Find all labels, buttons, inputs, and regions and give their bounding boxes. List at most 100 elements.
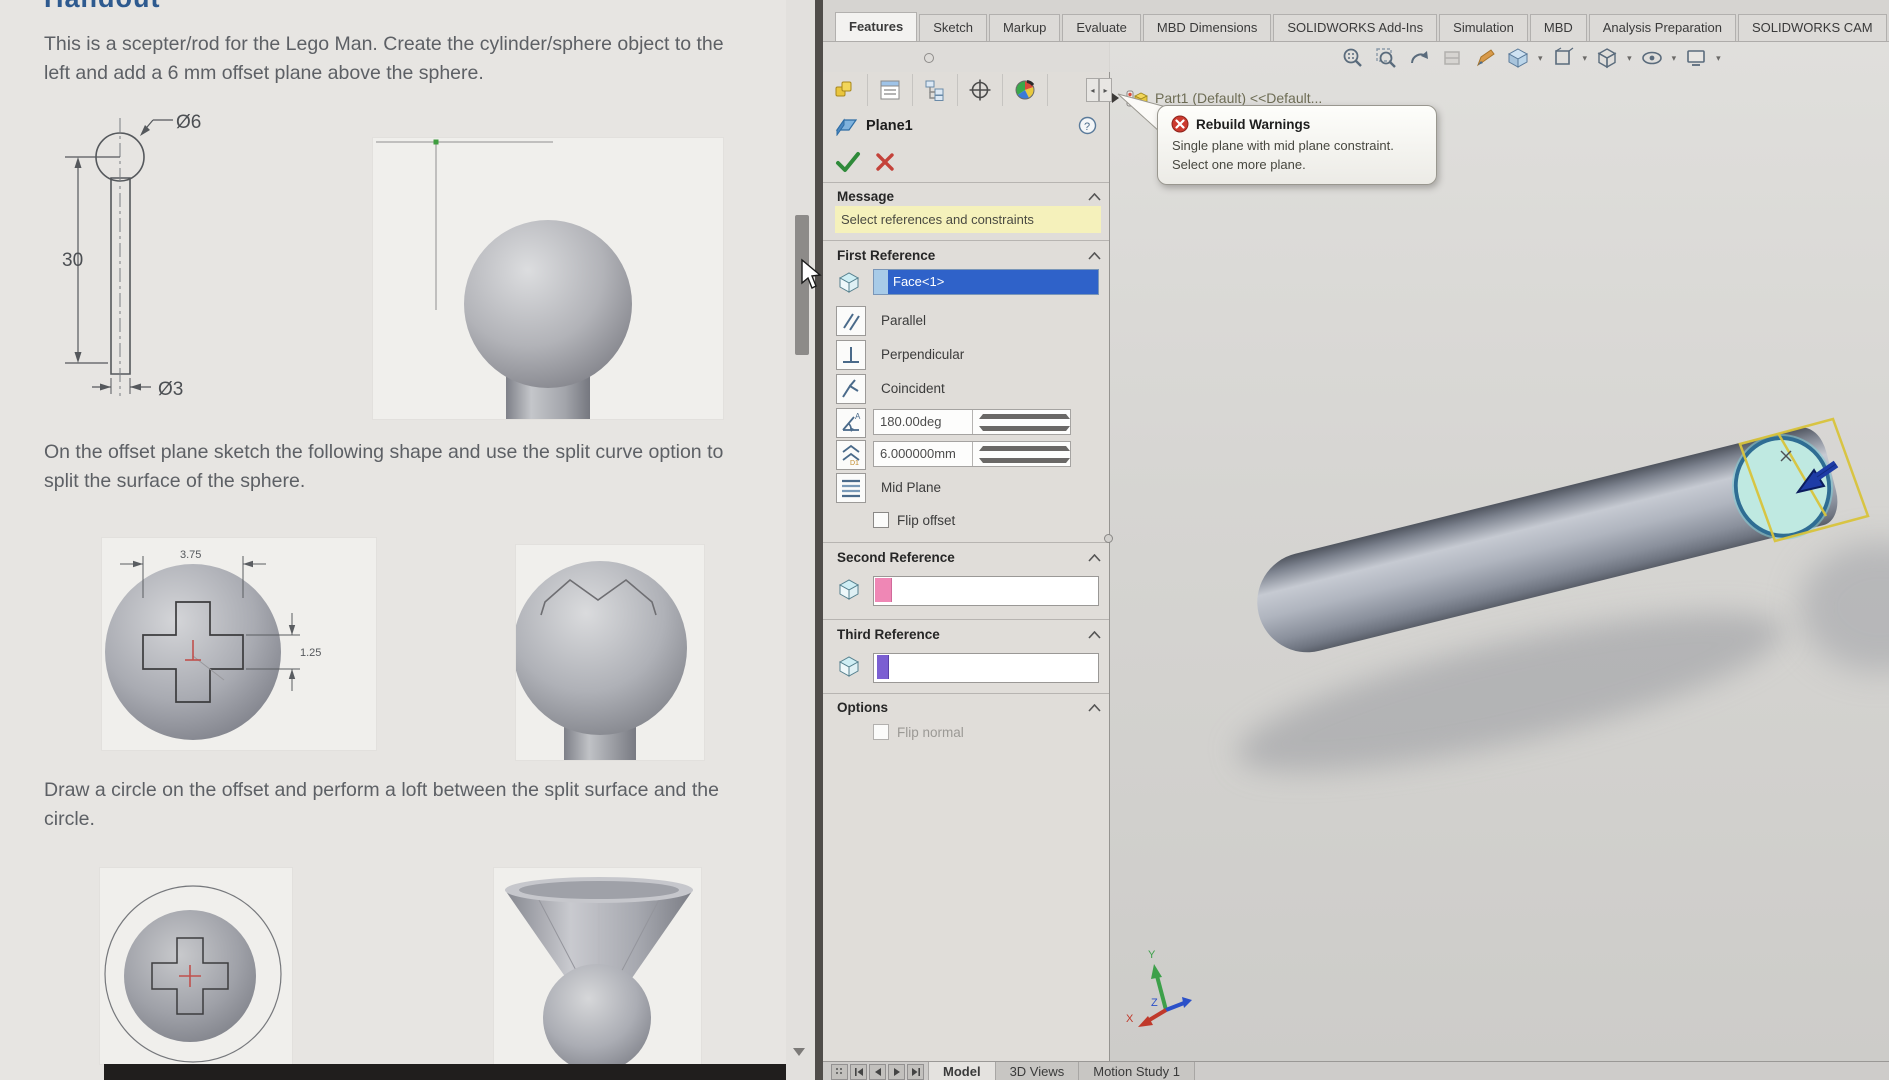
nav-prev[interactable] [869, 1063, 886, 1080]
options-chevron[interactable] [1088, 704, 1101, 712]
message-section-header[interactable]: Message [837, 189, 894, 204]
nav-next[interactable] [888, 1063, 905, 1080]
heads-up-view-toolbar: ▾ ▾ ▾ ▾ ▾ [1340, 46, 1721, 70]
second-reference-selection-box[interactable] [873, 576, 1099, 606]
property-title-row: Plane1 [835, 116, 913, 136]
tab-3d-views[interactable]: 3D Views [995, 1062, 1080, 1080]
svg-text:?: ? [1084, 121, 1090, 133]
figure-cross-sketch: 3.75 1.25 [102, 538, 376, 750]
first-reference-chevron[interactable] [1088, 252, 1101, 260]
tab-simulation[interactable]: Simulation [1439, 14, 1528, 41]
mid-plane-button[interactable] [836, 473, 866, 503]
triad-x-label: X [1126, 1013, 1134, 1025]
offset-spinner[interactable] [971, 442, 1070, 466]
tab-evaluate[interactable]: Evaluate [1062, 14, 1141, 41]
display-style-caret[interactable]: ▾ [1627, 53, 1632, 64]
flip-offset-checkbox-row[interactable]: Flip offset [873, 512, 955, 528]
third-reference-selection-box[interactable] [873, 653, 1099, 683]
nav-first[interactable] [850, 1063, 867, 1080]
coincident-icon [839, 377, 863, 401]
triad-z-label: Z [1151, 997, 1158, 1009]
dim-sphere-diameter: Ø6 [176, 112, 201, 133]
rod-dimension-drawing: 30 Ø6 Ø3 [62, 112, 201, 400]
hide-show-items-icon[interactable] [1639, 46, 1665, 70]
tab-mbd-dimensions[interactable]: MBD Dimensions [1142, 14, 1272, 41]
rebuild-error-icon [1171, 115, 1189, 133]
apply-scene-icon[interactable] [1505, 46, 1531, 70]
third-reference-caret [877, 655, 889, 679]
nav-splitter[interactable] [831, 1063, 848, 1080]
dimxpert-manager-tab[interactable] [958, 74, 1003, 106]
message-collapse-chevron[interactable] [1088, 193, 1101, 201]
third-reference-chevron[interactable] [1088, 631, 1101, 639]
coincident-button[interactable] [836, 374, 866, 404]
cancel-button[interactable] [874, 151, 896, 173]
view-settings-icon[interactable] [1683, 46, 1709, 70]
options-header[interactable]: Options [837, 700, 888, 715]
view-settings-caret[interactable]: ▾ [1716, 53, 1721, 64]
perpendicular-button[interactable] [836, 340, 866, 370]
zoom-to-area-icon[interactable] [1373, 46, 1399, 70]
second-reference-chevron[interactable] [1088, 554, 1101, 562]
reference-cube-icon [837, 654, 861, 678]
feature-manager-tab[interactable] [823, 74, 868, 106]
display-manager-tab[interactable] [1003, 74, 1048, 106]
parallel-label: Parallel [881, 313, 927, 328]
mouse-cursor [800, 258, 824, 290]
angle-icon: A [839, 412, 861, 432]
view-orientation-icon[interactable] [1550, 46, 1576, 70]
angle-spinner[interactable] [971, 410, 1070, 434]
offset-distance-button[interactable]: D1 [836, 440, 866, 470]
view-orientation-caret[interactable]: ▾ [1583, 53, 1588, 64]
coincident-label: Coincident [881, 381, 945, 396]
window-divider[interactable] [815, 0, 823, 1080]
angle-button[interactable]: A [836, 408, 866, 438]
section-view-icon[interactable] [1439, 46, 1465, 70]
rebuild-warnings-tooltip: Rebuild Warnings Single plane with mid p… [1157, 105, 1437, 185]
flip-normal-checkbox[interactable] [873, 724, 889, 740]
second-reference-header[interactable]: Second Reference [837, 550, 955, 565]
first-reference-header[interactable]: First Reference [837, 248, 935, 263]
display-style-icon[interactable] [1594, 46, 1620, 70]
panel-resize-grip[interactable] [1104, 534, 1113, 543]
dim-cross-width: 3.75 [180, 549, 201, 561]
tab-solidworks-cam[interactable]: SOLIDWORKS CAM [1737, 14, 1887, 41]
graphics-viewport[interactable]: Y Z X ▾ ▾ ▾ ▾ ▾ [1110, 42, 1889, 1061]
perpendicular-icon [839, 343, 863, 367]
flip-offset-checkbox[interactable] [873, 512, 889, 528]
help-icon[interactable]: ? [1078, 116, 1097, 140]
zoom-to-fit-icon[interactable] [1340, 46, 1366, 70]
tab-model[interactable]: Model [928, 1062, 996, 1080]
ribbon-grip-icon[interactable] [924, 53, 934, 63]
tab-features[interactable]: Features [835, 12, 918, 41]
third-reference-header[interactable]: Third Reference [837, 627, 940, 642]
first-reference-selection-box[interactable]: Face<1> [873, 269, 1099, 295]
tab-markup[interactable]: Markup [988, 14, 1061, 41]
parallel-button[interactable] [836, 306, 866, 336]
tab-sketch[interactable]: Sketch [919, 14, 987, 41]
tooltip-title: Rebuild Warnings [1196, 116, 1311, 132]
document-paragraph-3: Draw a circle on the offset and perform … [44, 779, 719, 830]
document-scrollbar-track[interactable] [786, 0, 815, 1080]
tab-motion-study-1[interactable]: Motion Study 1 [1079, 1062, 1195, 1080]
configuration-manager-tab[interactable] [913, 74, 958, 106]
previous-view-icon[interactable] [1406, 46, 1432, 70]
scene-dropdown-caret[interactable]: ▾ [1538, 53, 1543, 64]
angle-field[interactable]: 180.00deg [873, 409, 1071, 435]
ok-button[interactable] [835, 150, 861, 174]
tab-mbd[interactable]: MBD [1529, 14, 1587, 41]
panel-tab-scroll-left[interactable]: ◂ [1086, 78, 1099, 102]
document-scroll-down-arrow[interactable] [793, 1048, 805, 1056]
tab-solidworks-add-ins[interactable]: SOLIDWORKS Add-Ins [1273, 14, 1438, 41]
offset-distance-field[interactable]: 6.000000mm [873, 441, 1071, 467]
edit-appearance-icon[interactable] [1472, 46, 1498, 70]
tooltip-line-2: Select one more plane. [1172, 157, 1306, 172]
property-manager-tab[interactable] [868, 74, 913, 106]
flip-normal-checkbox-row[interactable]: Flip normal [873, 724, 964, 740]
figure-sphere-cylinder [373, 138, 723, 419]
collapsed-ribbon-strip [823, 42, 1109, 73]
nav-last[interactable] [907, 1063, 924, 1080]
hide-show-caret[interactable]: ▾ [1672, 53, 1677, 64]
plane-preview-overlay [1110, 42, 1889, 1061]
tab-analysis-preparation[interactable]: Analysis Preparation [1588, 14, 1736, 41]
